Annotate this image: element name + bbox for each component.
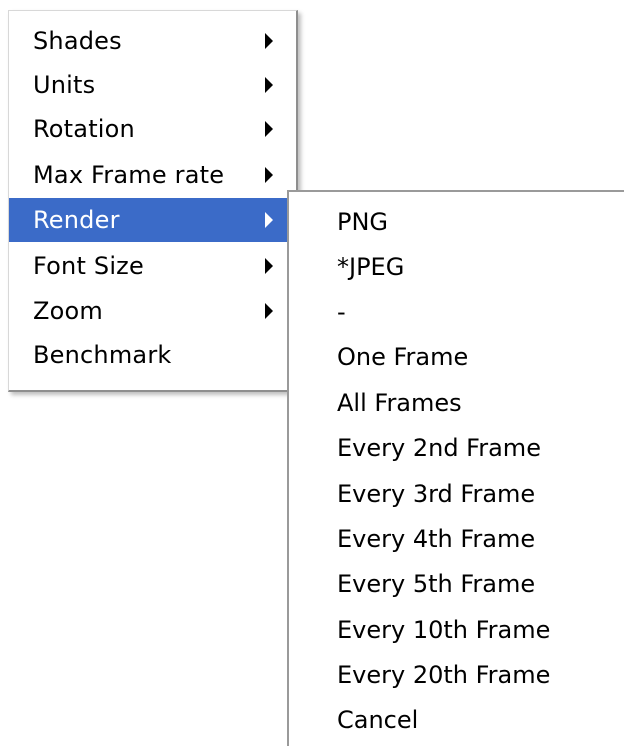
menu-item-label: Units xyxy=(33,71,96,99)
submenu-item-label: Every 5th Frame xyxy=(337,570,536,598)
context-menu: Shades Units Rotation Max Frame rate Ren… xyxy=(8,10,298,392)
menu-item-zoom[interactable]: Zoom xyxy=(9,289,289,333)
submenu-item-jpeg[interactable]: *JPEG xyxy=(289,245,624,289)
chevron-right-icon xyxy=(265,77,273,93)
chevron-right-icon xyxy=(265,303,273,319)
menu-item-units[interactable]: Units xyxy=(9,63,289,107)
menu-item-label: Font Size xyxy=(33,252,144,280)
submenu-item-label: - xyxy=(337,298,346,326)
menu-item-render[interactable]: Render xyxy=(9,198,289,242)
chevron-right-icon xyxy=(265,33,273,49)
submenu-item-separator: - xyxy=(289,290,624,334)
submenu-item-every-10th-frame[interactable]: Every 10th Frame xyxy=(289,608,624,652)
submenu-item-one-frame[interactable]: One Frame xyxy=(289,335,624,379)
chevron-right-icon xyxy=(265,167,273,183)
menu-item-max-frame-rate[interactable]: Max Frame rate xyxy=(9,153,289,197)
screen: Shades Units Rotation Max Frame rate Ren… xyxy=(0,0,624,746)
menu-item-label: Max Frame rate xyxy=(33,161,225,189)
menu-item-shades[interactable]: Shades xyxy=(9,19,289,63)
menu-item-label: Render xyxy=(33,206,120,234)
submenu-item-label: Every 3rd Frame xyxy=(337,480,536,508)
submenu-item-all-frames[interactable]: All Frames xyxy=(289,381,624,425)
submenu-item-label: Every 20th Frame xyxy=(337,661,551,689)
menu-item-benchmark[interactable]: Benchmark xyxy=(9,333,289,377)
submenu-item-label: Cancel xyxy=(337,706,419,734)
submenu-item-label: PNG xyxy=(337,208,389,236)
submenu-item-every-5th-frame[interactable]: Every 5th Frame xyxy=(289,562,624,606)
menu-item-label: Zoom xyxy=(33,297,103,325)
submenu-item-png[interactable]: PNG xyxy=(289,200,624,244)
submenu-item-label: All Frames xyxy=(337,389,462,417)
chevron-right-icon xyxy=(265,121,273,137)
chevron-right-icon xyxy=(265,212,273,228)
chevron-right-icon xyxy=(265,258,273,274)
render-submenu: PNG *JPEG - One Frame All Frames Every 2… xyxy=(287,190,624,746)
submenu-item-label: *JPEG xyxy=(337,253,405,281)
submenu-item-cancel[interactable]: Cancel xyxy=(289,698,624,742)
submenu-item-every-20th-frame[interactable]: Every 20th Frame xyxy=(289,653,624,697)
menu-item-label: Rotation xyxy=(33,115,135,143)
submenu-item-label: One Frame xyxy=(337,343,469,371)
submenu-item-label: Every 4th Frame xyxy=(337,525,536,553)
menu-item-rotation[interactable]: Rotation xyxy=(9,107,289,151)
submenu-item-label: Every 2nd Frame xyxy=(337,434,541,462)
menu-item-label: Shades xyxy=(33,27,122,55)
submenu-item-label: Every 10th Frame xyxy=(337,616,551,644)
submenu-item-every-3rd-frame[interactable]: Every 3rd Frame xyxy=(289,472,624,516)
menu-item-label: Benchmark xyxy=(33,341,172,369)
submenu-item-every-2nd-frame[interactable]: Every 2nd Frame xyxy=(289,426,624,470)
submenu-item-every-4th-frame[interactable]: Every 4th Frame xyxy=(289,517,624,561)
menu-item-font-size[interactable]: Font Size xyxy=(9,244,289,288)
